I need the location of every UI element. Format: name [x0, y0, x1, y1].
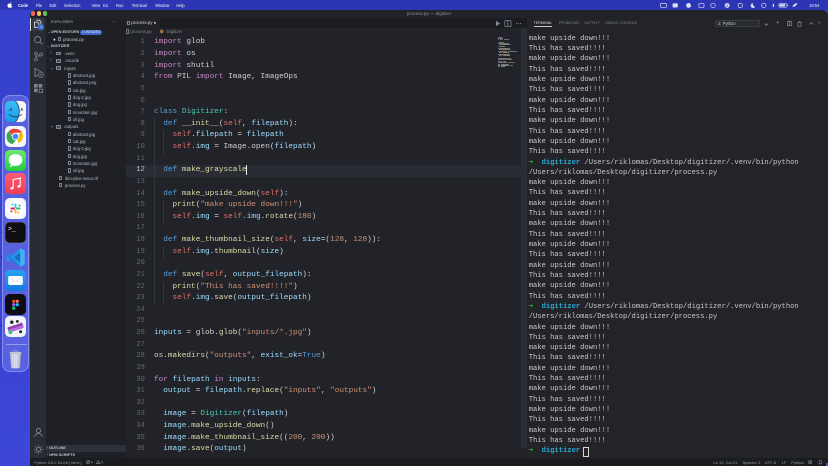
- svg-text:0: 0: [101, 461, 103, 465]
- svg-text:>_: >_: [8, 226, 16, 233]
- svg-text:0: 0: [91, 461, 93, 465]
- svg-text:G: G: [726, 4, 729, 8]
